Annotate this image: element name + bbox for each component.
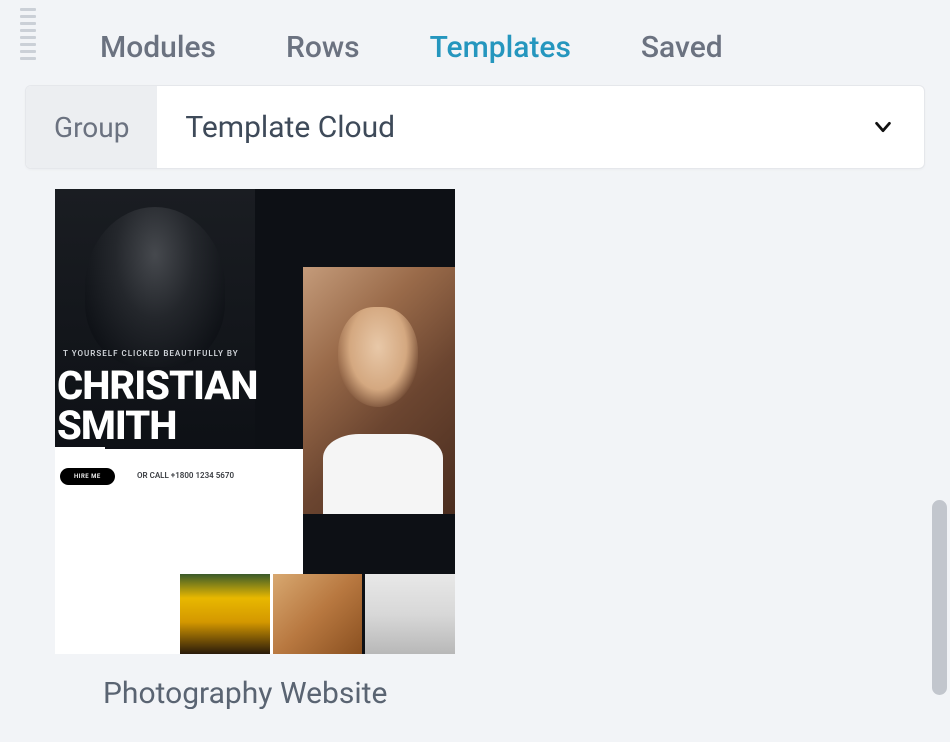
template-card[interactable]: T YOURSELF CLICKED BEAUTIFULLY BY CHRIST… <box>55 189 455 709</box>
tab-modules[interactable]: Modules <box>100 30 216 65</box>
tab-rows[interactable]: Rows <box>286 30 360 65</box>
group-selector: Group Template Cloud <box>25 85 925 169</box>
group-value: Template Cloud <box>185 110 395 145</box>
tabs-bar: Modules Rows Templates Saved <box>0 0 950 85</box>
scrollbar-thumb[interactable] <box>932 500 947 695</box>
tab-saved[interactable]: Saved <box>641 30 723 65</box>
chevron-down-icon <box>872 116 894 138</box>
templates-list: T YOURSELF CLICKED BEAUTIFULLY BY CHRIST… <box>0 189 950 709</box>
thumb-call-text: OR CALL +1800 1234 5670 <box>137 471 234 480</box>
drag-handle[interactable] <box>20 8 36 60</box>
group-label: Group <box>26 86 157 168</box>
template-title: Photography Website <box>103 676 455 709</box>
thumb-name-line1: CHRISTIAN <box>57 367 257 405</box>
group-dropdown[interactable]: Template Cloud <box>157 86 924 168</box>
tab-templates[interactable]: Templates <box>430 30 571 65</box>
thumb-name-line2: SMITH <box>57 407 176 445</box>
thumb-tagline: T YOURSELF CLICKED BEAUTIFULLY BY <box>63 349 239 358</box>
template-thumbnail: T YOURSELF CLICKED BEAUTIFULLY BY CHRIST… <box>55 189 455 654</box>
thumb-hire-button: HIRE ME <box>60 468 115 485</box>
